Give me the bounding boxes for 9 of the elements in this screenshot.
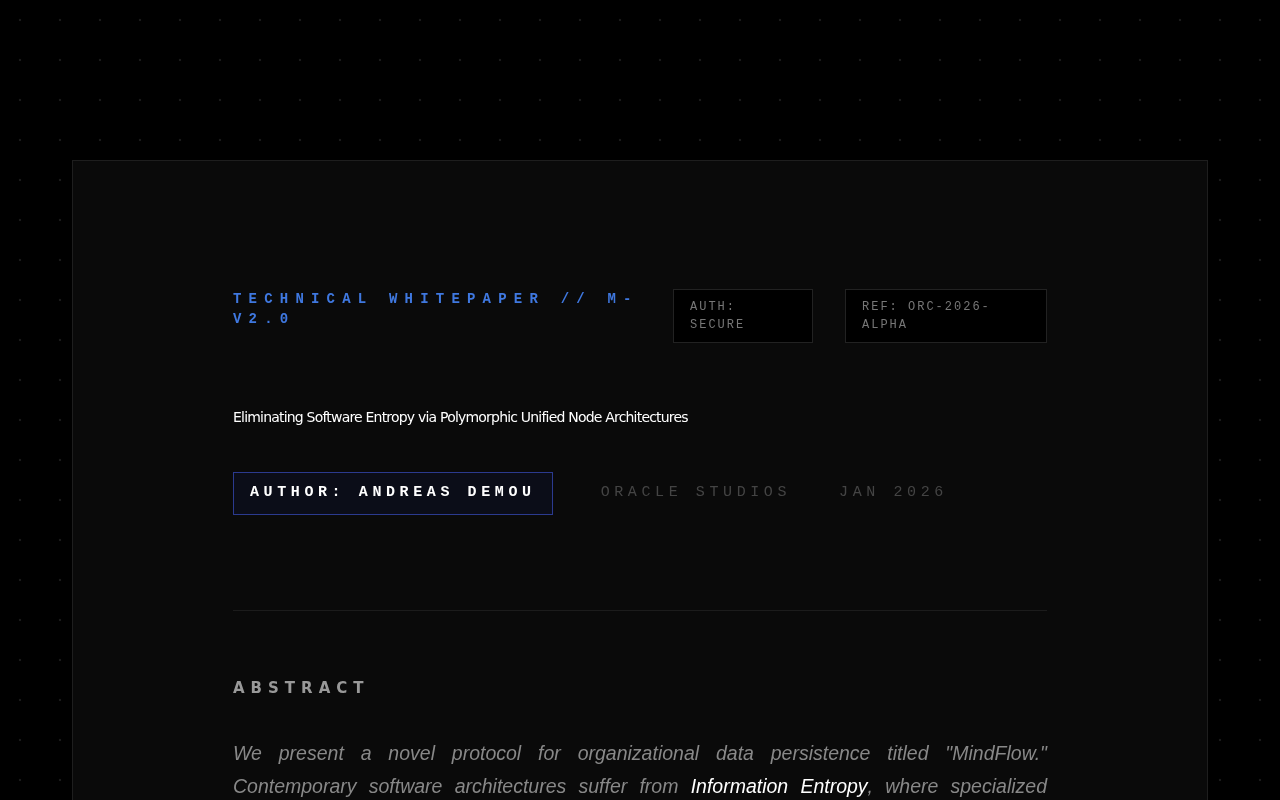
abstract-paragraph: We present a novel protocol for organizational data persistence titled "MindFlow." Contemporary software architectures suffer from Information Entropy, where specialized	[233, 741, 1047, 799]
section-heading: ABSTRACT	[233, 677, 371, 699]
tag: REF: ORC-2026-ALPHA	[845, 289, 1047, 343]
meta-text: JAN 2026	[839, 483, 948, 503]
document-title: Eliminating Software Entropy via Polymorphic Unified Node Architectures	[233, 408, 689, 427]
document-label: TECHNICAL WHITEPAPER // M-V2.0	[233, 290, 640, 329]
author-tag: AUTHOR: ANDREAS DEMOU	[233, 472, 553, 515]
meta-text: ORACLE STUDIOS	[600, 483, 792, 503]
tag: AUTH: SECURE	[673, 289, 813, 343]
